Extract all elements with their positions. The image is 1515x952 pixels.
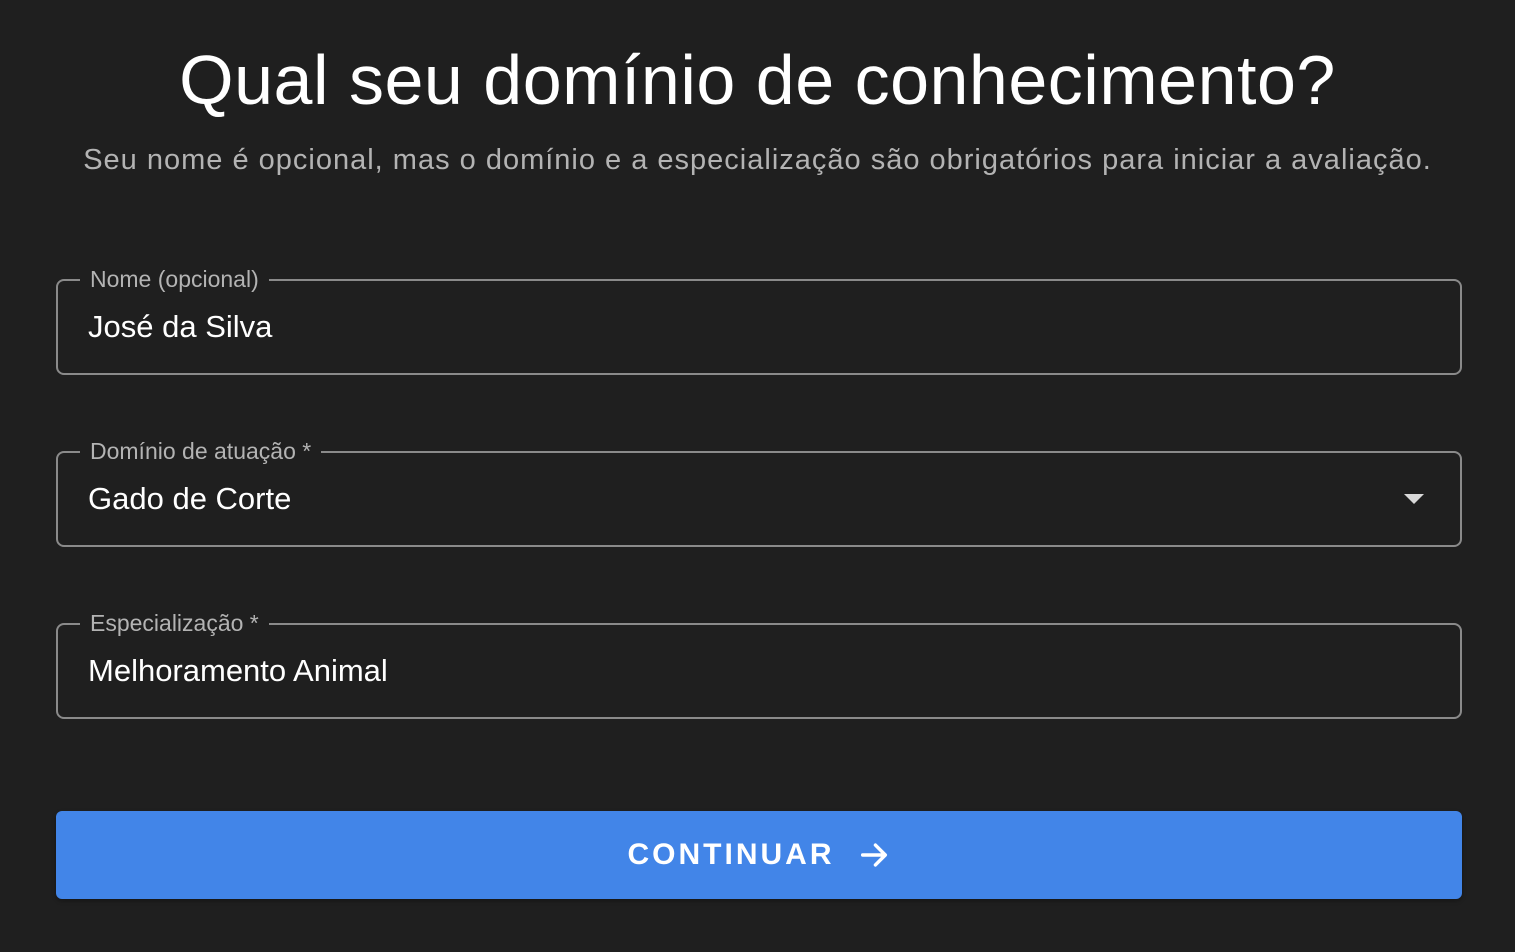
page-title: Qual seu domínio de conhecimento? bbox=[179, 41, 1336, 119]
chevron-down-icon[interactable] bbox=[1404, 494, 1424, 504]
arrow-right-icon bbox=[860, 843, 887, 867]
domain-select[interactable]: Domínio de atuação * Gado de Corte bbox=[56, 436, 1462, 547]
name-input[interactable]: José da Silva bbox=[88, 281, 1380, 373]
domain-form-page: Qual seu domínio de conhecimento? Seu no… bbox=[0, 0, 1515, 952]
specialization-field[interactable]: Especialização * Melhoramento Animal bbox=[56, 608, 1462, 719]
specialization-input[interactable]: Melhoramento Animal bbox=[88, 625, 1380, 717]
continue-button-label: CONTINUAR bbox=[627, 838, 835, 871]
page-subtitle: Seu nome é opcional, mas o domínio e a e… bbox=[83, 144, 1432, 176]
continue-button[interactable]: CONTINUAR bbox=[56, 811, 1462, 899]
name-field[interactable]: Nome (opcional) José da Silva bbox=[56, 264, 1462, 375]
domain-select-value[interactable]: Gado de Corte bbox=[88, 453, 1380, 545]
